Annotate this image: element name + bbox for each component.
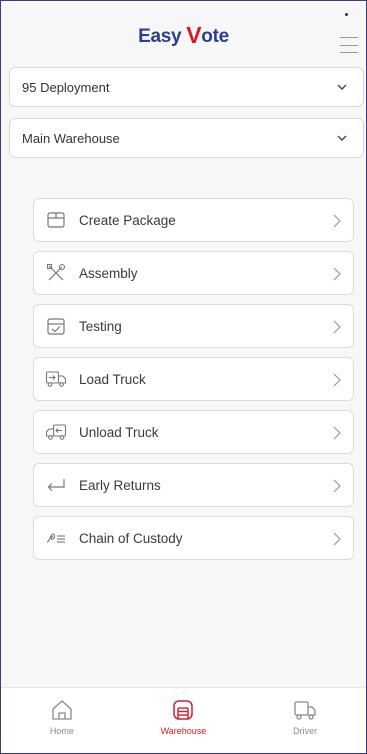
truck-icon (294, 701, 316, 720)
tab-label: Home (49, 726, 74, 736)
tab-label: Warehouse (160, 726, 207, 736)
bottom-tab-bar: Home Warehouse Driver (1, 687, 366, 753)
hamburger-menu-icon[interactable] (340, 37, 358, 53)
menu-item-label: Unload Truck (79, 424, 159, 440)
logo-text-v: V (186, 22, 202, 48)
logo-text-easy: Easy (138, 26, 182, 47)
unload-truck-icon (45, 421, 67, 443)
custody-icon (45, 527, 67, 549)
menu-item-testing[interactable]: Testing (33, 304, 354, 348)
menu-item-load-truck[interactable]: Load Truck (33, 357, 354, 401)
deployment-select-value: 95 Deployment (22, 79, 110, 95)
menu-item-label: Testing (79, 318, 122, 334)
home-icon (52, 700, 72, 720)
menu-item-chain-of-custody[interactable]: Chain of Custody (33, 516, 354, 560)
warehouse-icon (173, 700, 194, 720)
menu-item-label: Load Truck (79, 371, 146, 387)
return-arrow-icon (45, 474, 67, 496)
load-truck-icon (45, 368, 67, 390)
tools-icon (45, 262, 67, 284)
menu-item-unload-truck[interactable]: Unload Truck (33, 410, 354, 454)
chevron-right-icon (333, 426, 341, 440)
menu-item-create-package[interactable]: Create Package (33, 198, 354, 242)
testing-icon (45, 315, 67, 337)
menu-item-label: Chain of Custody (79, 530, 183, 546)
chevron-right-icon (333, 320, 341, 334)
app-frame: Easy Vote 95 Deployment Main Warehouse C… (0, 0, 367, 754)
menu-item-label: Early Returns (79, 477, 161, 493)
tab-driver[interactable]: Driver (260, 698, 350, 736)
chevron-down-icon (337, 135, 347, 141)
warehouse-select[interactable]: Main Warehouse (9, 118, 364, 158)
chevron-right-icon (333, 267, 341, 281)
warehouse-select-value: Main Warehouse (22, 130, 120, 146)
tab-home[interactable]: Home (17, 698, 107, 736)
menu-item-early-returns[interactable]: Early Returns (33, 463, 354, 507)
chevron-right-icon (333, 532, 341, 546)
chevron-right-icon (333, 373, 341, 387)
menu-item-label: Create Package (79, 212, 176, 228)
deployment-select[interactable]: 95 Deployment (9, 67, 364, 107)
header: Easy Vote (1, 1, 366, 63)
status-dot (345, 13, 348, 16)
easy-vote-logo: Easy Vote (1, 21, 366, 48)
tab-warehouse[interactable]: Warehouse (138, 698, 228, 736)
tab-label: Driver (293, 726, 318, 736)
logo-text-ote: ote (201, 26, 229, 47)
chevron-right-icon (333, 479, 341, 493)
chevron-down-icon (337, 84, 347, 90)
package-icon (45, 209, 67, 231)
menu-item-assembly[interactable]: Assembly (33, 251, 354, 295)
menu-item-label: Assembly (79, 265, 138, 281)
chevron-right-icon (333, 214, 341, 228)
